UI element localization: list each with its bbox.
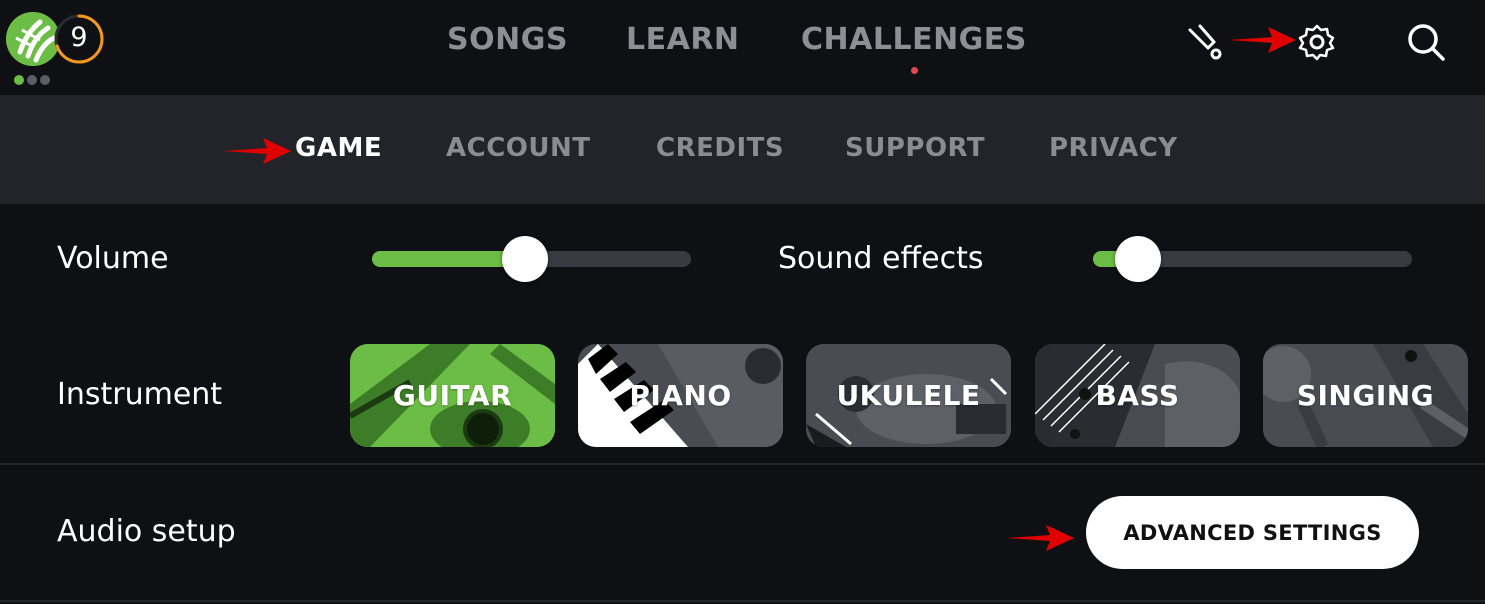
progress-dots <box>14 75 50 85</box>
logo-icon <box>6 12 60 66</box>
advanced-settings-button[interactable]: ADVANCED SETTINGS <box>1086 496 1419 569</box>
instrument-card-guitar[interactable]: GUITAR <box>350 344 555 447</box>
progress-dot <box>27 75 37 85</box>
app-logo[interactable] <box>6 12 60 66</box>
tab-credits[interactable]: CREDITS <box>656 133 784 163</box>
tab-account[interactable]: ACCOUNT <box>446 133 591 163</box>
gear-icon[interactable] <box>1297 22 1337 62</box>
annotation-arrow-icon <box>1006 525 1074 551</box>
instrument-label-singing: SINGING <box>1296 379 1435 412</box>
progress-dot <box>14 75 24 85</box>
tab-game[interactable]: GAME <box>295 133 382 163</box>
audio-setup-label: Audio setup <box>57 514 236 549</box>
instrument-card-bass[interactable]: BASS <box>1035 344 1240 447</box>
nav-learn[interactable]: LEARN <box>626 22 740 57</box>
nav-songs[interactable]: SONGS <box>447 22 568 57</box>
instrument-label: Instrument <box>57 377 223 412</box>
instrument-label-piano: PIANO <box>629 379 732 412</box>
tuner-icon[interactable] <box>1186 22 1226 62</box>
volume-slider-handle[interactable] <box>502 236 548 282</box>
top-bar: 9 SONGS LEARN CHALLENGES <box>0 0 1485 95</box>
progress-dot <box>40 75 50 85</box>
tab-privacy[interactable]: PRIVACY <box>1049 133 1178 163</box>
instrument-label-ukulele: UKULELE <box>836 379 981 412</box>
settings-tab-bar: GAME ACCOUNT CREDITS SUPPORT PRIVACY <box>0 95 1485 204</box>
instrument-card-singing[interactable]: SINGING <box>1263 344 1468 447</box>
sound-effects-slider-handle[interactable] <box>1115 236 1161 282</box>
row-divider <box>0 600 1485 602</box>
row-divider <box>0 463 1485 465</box>
tab-support[interactable]: SUPPORT <box>845 133 985 163</box>
sound-effects-label: Sound effects <box>778 241 984 276</box>
sound-effects-slider[interactable] <box>1093 236 1412 282</box>
instrument-label-bass: BASS <box>1095 379 1180 412</box>
level-number: 9 <box>70 22 88 53</box>
instrument-card-piano[interactable]: PIANO <box>578 344 783 447</box>
search-icon[interactable] <box>1405 21 1447 63</box>
notification-dot <box>911 67 918 74</box>
instrument-card-ukulele[interactable]: UKULELE <box>806 344 1011 447</box>
nav-challenges[interactable]: CHALLENGES <box>801 22 1027 57</box>
instrument-label-guitar: GUITAR <box>392 379 513 412</box>
annotation-arrow-icon <box>223 138 291 164</box>
volume-label: Volume <box>57 241 169 276</box>
volume-slider[interactable] <box>372 236 691 282</box>
annotation-arrow-icon <box>1228 27 1296 53</box>
